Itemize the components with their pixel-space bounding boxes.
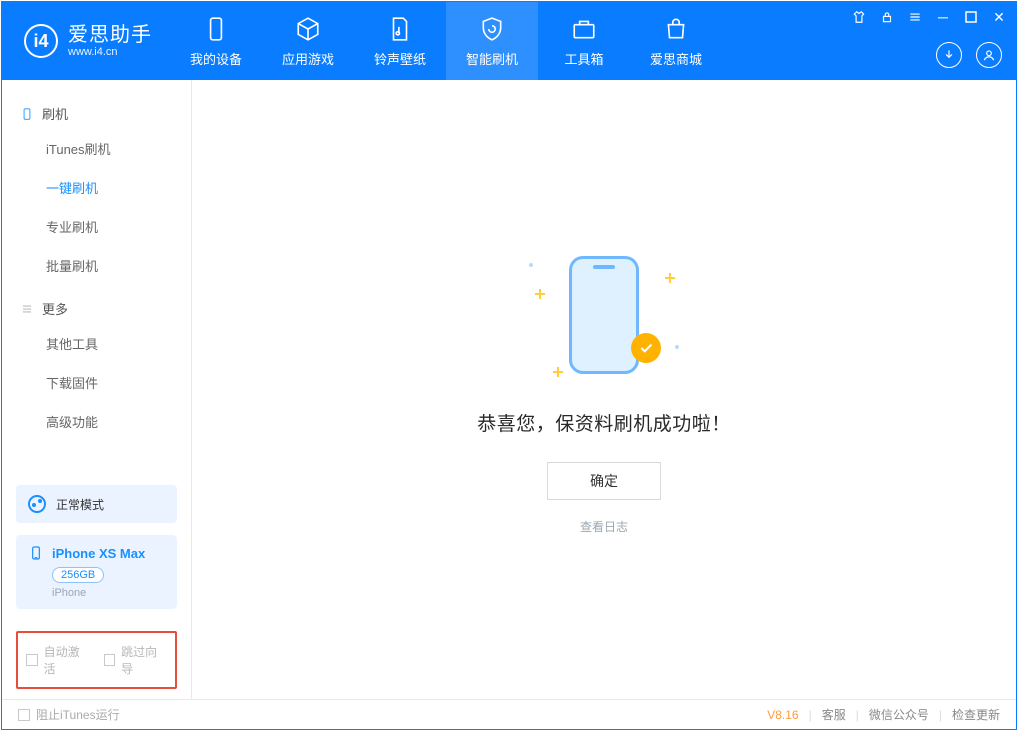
checkbox-icon [18,709,30,721]
side-item-batch-flash[interactable]: 批量刷机 [2,246,191,285]
app-subtitle: www.i4.cn [68,46,152,58]
ok-button[interactable]: 确定 [547,462,661,500]
minimize-button[interactable]: ─ [934,8,952,26]
device-capacity: 256GB [52,567,104,583]
success-message: 恭喜您，保资料刷机成功啦！ [477,409,731,436]
mode-label: 正常模式 [56,496,104,513]
footer-right: V8.16 | 客服 | 微信公众号 | 检查更新 [767,706,1000,723]
tab-store[interactable]: 爱思商城 [630,2,722,80]
version-label: V8.16 [767,708,798,722]
header-right-actions [936,42,1002,68]
tab-label: 应用游戏 [282,49,334,68]
window-controls: ─ ✕ [850,8,1008,26]
shirt-icon[interactable] [850,8,868,26]
tab-label: 我的设备 [190,49,242,68]
check-badge-icon [631,333,661,363]
tab-apps[interactable]: 应用游戏 [262,2,354,80]
tab-ringtones[interactable]: 铃声壁纸 [354,2,446,80]
side-group-more: 更多 [2,293,191,324]
device-box[interactable]: iPhone XS Max 256GB iPhone [16,535,177,609]
lock-icon[interactable] [878,8,896,26]
tab-tools[interactable]: 工具箱 [538,2,630,80]
mode-icon [28,495,46,513]
bag-icon [662,15,690,43]
mode-box[interactable]: 正常模式 [16,485,177,523]
device-name: iPhone XS Max [52,546,145,561]
link-wechat[interactable]: 微信公众号 [869,706,929,723]
success-illustration [529,245,679,385]
view-log-link[interactable]: 查看日志 [580,518,628,535]
checkbox-skip-guide[interactable]: 跳过向导 [104,643,168,677]
side-item-download-firmware[interactable]: 下载固件 [2,363,191,402]
title-bar: i4 爱思助手 www.i4.cn 我的设备 应用游戏 铃声壁纸 智能刷机 [2,2,1016,80]
cube-icon [294,15,322,43]
menu-icon[interactable] [906,8,924,26]
link-customer-service[interactable]: 客服 [822,706,846,723]
footer: 阻止iTunes运行 V8.16 | 客服 | 微信公众号 | 检查更新 [2,699,1016,729]
app-window: i4 爱思助手 www.i4.cn 我的设备 应用游戏 铃声壁纸 智能刷机 [1,1,1017,730]
toolbox-icon [570,15,598,43]
top-tabs: 我的设备 应用游戏 铃声壁纸 智能刷机 工具箱 爱思商城 [170,2,722,80]
side-group-title: 更多 [42,299,68,318]
checks-highlight-frame: 自动激活 跳过向导 [16,631,177,689]
app-title: 爱思助手 [68,24,152,46]
checkbox-icon [104,654,116,666]
checkbox-label: 跳过向导 [121,643,167,677]
side-item-advanced[interactable]: 高级功能 [2,402,191,441]
side-item-itunes-flash[interactable]: iTunes刷机 [2,129,191,168]
shield-refresh-icon [478,15,506,43]
tab-label: 铃声壁纸 [374,49,426,68]
phone-icon [569,256,639,374]
checkbox-auto-activate[interactable]: 自动激活 [26,643,90,677]
checkbox-label: 阻止iTunes运行 [36,706,120,723]
download-button[interactable] [936,42,962,68]
side-item-pro-flash[interactable]: 专业刷机 [2,207,191,246]
device-icon [202,15,230,43]
checkbox-icon [26,654,38,666]
account-button[interactable] [976,42,1002,68]
logo: i4 爱思助手 www.i4.cn [2,2,170,80]
tab-label: 智能刷机 [466,49,518,68]
device-type: iPhone [52,587,165,599]
side-nav: 刷机 iTunes刷机 一键刷机 专业刷机 批量刷机 更多 其他工具 下载固件 … [2,80,191,479]
link-check-update[interactable]: 检查更新 [952,706,1000,723]
maximize-button[interactable] [962,8,980,26]
device-phone-icon [28,545,44,561]
tab-smart-flash[interactable]: 智能刷机 [446,2,538,80]
close-button[interactable]: ✕ [990,8,1008,26]
body: 刷机 iTunes刷机 一键刷机 专业刷机 批量刷机 更多 其他工具 下载固件 … [2,80,1016,699]
tab-label: 爱思商城 [650,49,702,68]
logo-icon: i4 [24,24,58,58]
list-icon [20,302,34,316]
checkbox-label: 自动激活 [44,643,90,677]
tab-my-device[interactable]: 我的设备 [170,2,262,80]
checkbox-block-itunes[interactable]: 阻止iTunes运行 [18,706,120,723]
sidebar: 刷机 iTunes刷机 一键刷机 专业刷机 批量刷机 更多 其他工具 下载固件 … [2,80,192,699]
music-file-icon [386,15,414,43]
side-group-title: 刷机 [42,104,68,123]
phone-icon [20,107,34,121]
side-item-other-tools[interactable]: 其他工具 [2,324,191,363]
tab-label: 工具箱 [564,49,603,68]
content-area: 恭喜您，保资料刷机成功啦！ 确定 查看日志 [192,80,1016,699]
side-group-flash: 刷机 [2,98,191,129]
side-item-oneclick-flash[interactable]: 一键刷机 [2,168,191,207]
